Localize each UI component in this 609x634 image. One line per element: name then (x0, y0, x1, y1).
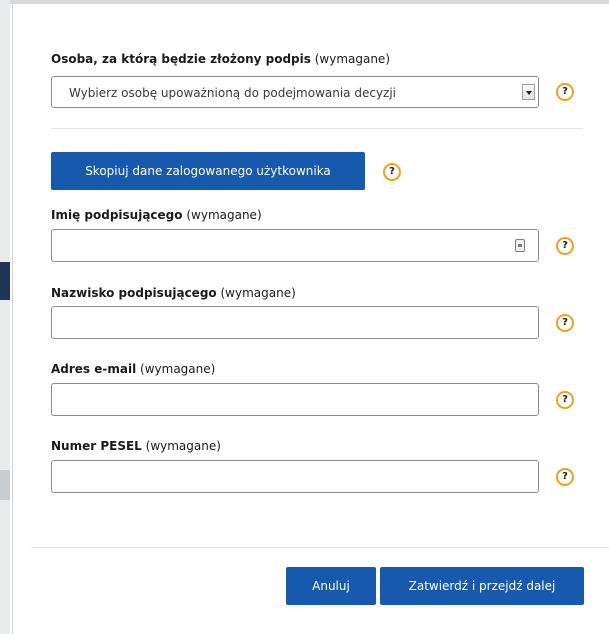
last-name-field[interactable] (51, 306, 539, 339)
signer-dialog: Osoba, za którą będzie złożony podpis (w… (12, 4, 609, 634)
help-icon[interactable]: ? (556, 391, 574, 409)
chevron-down-icon[interactable] (522, 84, 535, 100)
first-name-field[interactable] (51, 229, 539, 262)
required-marker: (wymagane) (186, 208, 262, 222)
background-band (0, 470, 10, 500)
help-icon[interactable]: ? (556, 314, 574, 332)
help-icon[interactable]: ? (556, 468, 574, 486)
signer-select[interactable]: Wybierz osobę upoważnioną do podejmowani… (51, 76, 539, 108)
signer-select-label-text: Osoba, za którą będzie złożony podpis (51, 52, 311, 66)
required-marker: (wymagane) (220, 286, 296, 300)
signer-select-label: Osoba, za którą będzie złożony podpis (w… (51, 52, 390, 66)
help-icon[interactable]: ? (383, 163, 401, 181)
background-page-strip (0, 0, 10, 634)
help-icon[interactable]: ? (556, 83, 574, 101)
required-marker: (wymagane) (145, 439, 221, 453)
background-band (0, 262, 10, 300)
pesel-label-text: Numer PESEL (51, 439, 142, 453)
help-icon[interactable]: ? (556, 237, 574, 255)
first-name-label-text: Imię podpisującego (51, 208, 183, 222)
required-marker: (wymagane) (140, 362, 216, 376)
section-divider (51, 128, 583, 129)
required-marker: (wymagane) (314, 52, 390, 66)
signer-select-value: Wybierz osobę upoważnioną do podejmowani… (69, 86, 397, 100)
submit-button[interactable]: Zatwierdź i przejdź dalej (380, 567, 584, 605)
pesel-field[interactable] (51, 460, 539, 493)
pesel-label: Numer PESEL (wymagane) (51, 439, 221, 453)
keyboard-icon[interactable] (515, 239, 525, 252)
email-field[interactable] (51, 383, 539, 416)
last-name-label: Nazwisko podpisującego (wymagane) (51, 286, 296, 300)
email-label-text: Adres e-mail (51, 362, 137, 376)
email-label: Adres e-mail (wymagane) (51, 362, 215, 376)
copy-user-data-button[interactable]: Skopiuj dane zalogowanego użytkownika (51, 152, 365, 190)
last-name-label-text: Nazwisko podpisującego (51, 286, 217, 300)
footer-divider (31, 547, 609, 548)
cancel-button[interactable]: Anuluj (286, 567, 376, 605)
first-name-label: Imię podpisującego (wymagane) (51, 208, 262, 222)
